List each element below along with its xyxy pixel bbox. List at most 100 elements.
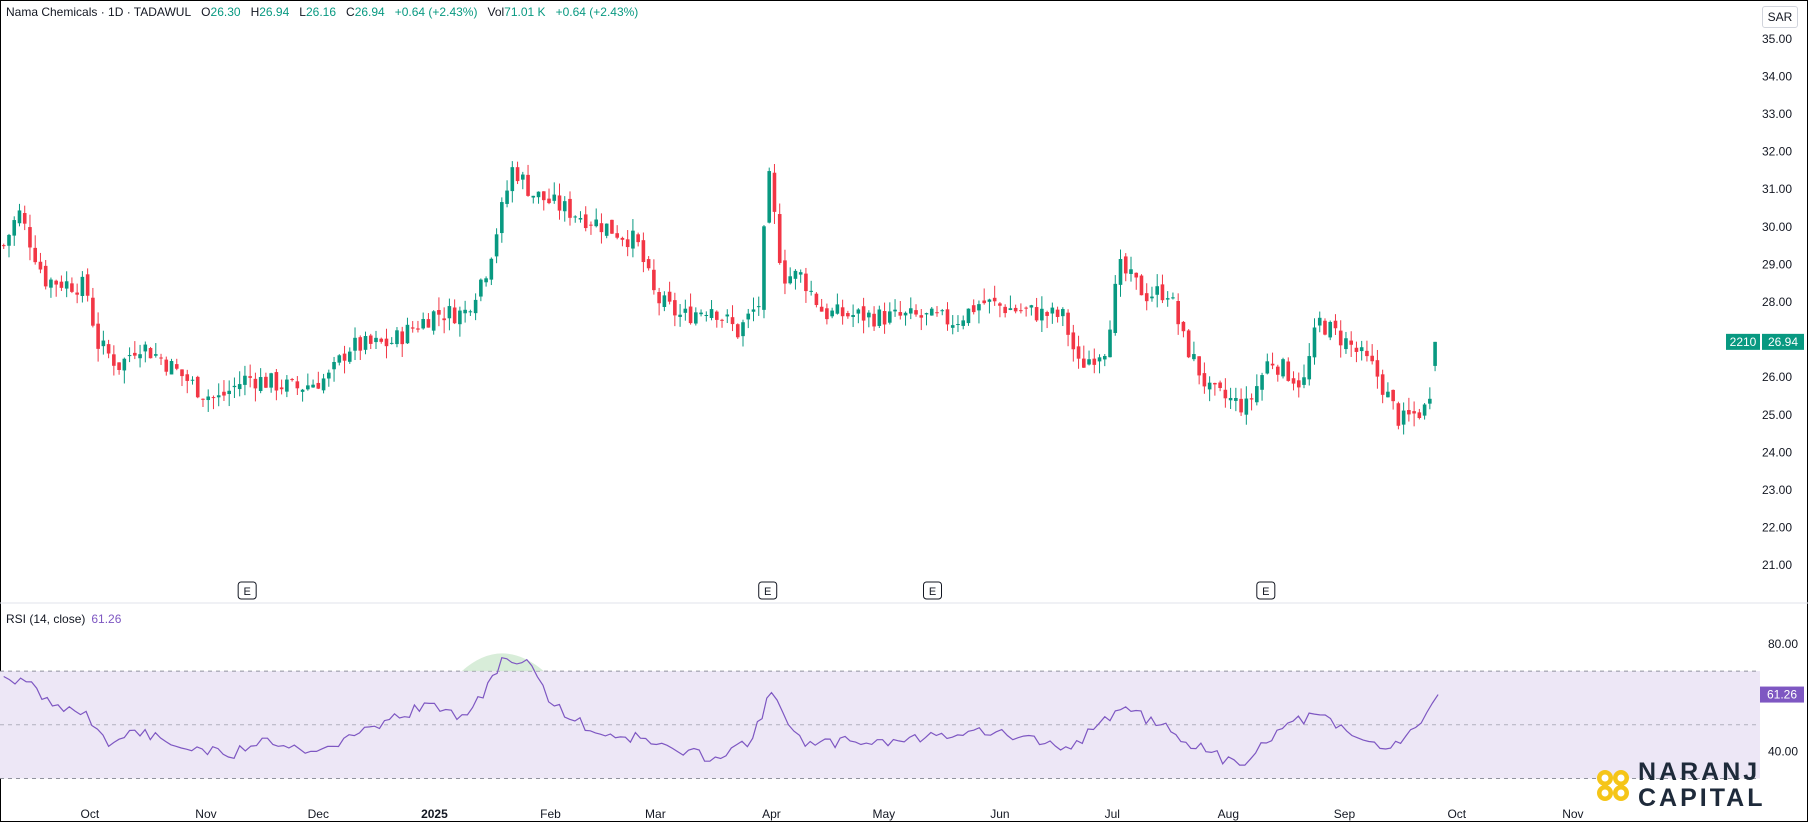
naranj-capital-logo: NARANJ CAPITAL <box>1594 758 1764 812</box>
candle-body <box>924 313 929 315</box>
candle-body <box>452 307 457 324</box>
candle-body <box>410 327 415 329</box>
candle-body <box>814 293 819 306</box>
candle-body <box>840 307 845 317</box>
candle-body <box>652 269 656 291</box>
candle-body <box>258 377 263 391</box>
candle-body <box>332 361 336 370</box>
candle-body <box>43 265 48 287</box>
candle-body <box>1223 389 1228 399</box>
candle-body <box>536 191 541 198</box>
time-axis-tick: Nov <box>1562 807 1583 821</box>
candle-body <box>919 315 924 318</box>
candle-body <box>594 219 599 227</box>
candle-body <box>479 279 483 297</box>
candle-body <box>174 364 179 369</box>
candle-body <box>830 310 834 317</box>
candle-body <box>1181 321 1186 332</box>
earnings-marker-label: E <box>929 586 936 598</box>
candle-body <box>1092 358 1097 365</box>
symbol-name[interactable]: Nama Chemicals · 1D · TADAWUL <box>6 5 191 19</box>
candle-body <box>908 308 913 314</box>
time-axis-tick: Sep <box>1334 807 1356 821</box>
candle-body <box>804 273 808 292</box>
candle-body <box>117 362 121 370</box>
rsi-title[interactable]: RSI (14, close) <box>6 612 85 626</box>
candle-body <box>49 279 53 288</box>
candle-body <box>819 306 824 312</box>
candle-body <box>363 336 368 350</box>
earnings-marker-label: E <box>243 586 250 598</box>
currency-button[interactable]: SAR <box>1762 6 1798 28</box>
volume-label: Vol <box>487 5 505 19</box>
candle-body <box>604 223 609 236</box>
price-axis-tick: 35.00 <box>1762 32 1792 46</box>
candle-body <box>17 210 22 224</box>
candle-body <box>987 299 992 302</box>
candle-body <box>688 306 693 324</box>
candle-body <box>206 396 211 401</box>
rsi-value-badge-text: 61.26 <box>1767 688 1797 702</box>
candle-body <box>269 373 273 388</box>
time-axis-tick: Jul <box>1105 807 1120 821</box>
candle-body <box>101 340 106 347</box>
candle-body <box>631 230 635 249</box>
candle-body <box>1391 389 1395 402</box>
candle-body <box>463 309 467 314</box>
candle-body <box>1029 305 1034 308</box>
candle-body <box>610 219 614 234</box>
time-axis-tick: Jun <box>990 807 1009 821</box>
candle-body <box>914 310 918 315</box>
candle-body <box>138 354 142 359</box>
candle-body <box>1302 377 1306 385</box>
candle-body <box>1275 366 1280 375</box>
candle-body <box>798 272 803 275</box>
candle-body <box>316 382 321 389</box>
candle-body <box>143 344 148 352</box>
candle-body <box>1375 360 1380 377</box>
candle-body <box>1202 373 1207 387</box>
candle-body <box>1071 332 1076 350</box>
candle-body <box>374 337 378 343</box>
candle-body <box>91 297 95 326</box>
candle-body <box>1150 296 1154 299</box>
candle-body <box>1338 330 1343 346</box>
candle-body <box>552 194 557 201</box>
candle-body <box>1055 309 1060 317</box>
earnings-marker-label: E <box>1262 586 1269 598</box>
time-axis-tick: Mar <box>645 807 666 821</box>
candle-body <box>342 353 347 361</box>
time-axis-tick: Nov <box>195 807 216 821</box>
candle-body <box>646 259 651 269</box>
candle-body <box>400 331 405 345</box>
candle-body <box>1328 321 1333 338</box>
volume-change: +0.64 (+2.43%) <box>555 5 639 19</box>
candle-body <box>237 384 242 390</box>
candle-body <box>468 311 473 313</box>
candle-body <box>148 348 153 359</box>
candle-body <box>977 304 981 311</box>
price-axis-tick: 22.00 <box>1762 521 1792 535</box>
candle-body <box>735 324 740 338</box>
candle-body <box>75 292 79 295</box>
chart-canvas[interactable]: 35.00 34.00 33.00 32.00 31.00 30.00 29.00 28.00… <box>0 0 1810 824</box>
candle-body <box>1008 308 1013 311</box>
candle-body <box>856 309 861 314</box>
candle-body <box>547 198 551 204</box>
candle-body <box>416 328 420 330</box>
candle-body <box>1380 374 1385 395</box>
candle-body <box>368 335 373 344</box>
candle-body <box>222 391 226 396</box>
candle-body <box>447 306 452 319</box>
price-axis-tick: 34.00 <box>1762 69 1792 83</box>
rsi-overbought-fill <box>461 653 544 672</box>
time-axis-tick: Oct <box>81 807 100 821</box>
candle-body <box>971 305 976 313</box>
candle-body <box>1108 329 1112 358</box>
time-axis-tick: Apr <box>762 807 781 821</box>
candle-body <box>201 398 205 400</box>
candle-body <box>1139 275 1144 296</box>
candle-body <box>772 172 777 212</box>
volume-value: 71.01 K <box>504 5 546 19</box>
candle-body <box>950 325 955 328</box>
